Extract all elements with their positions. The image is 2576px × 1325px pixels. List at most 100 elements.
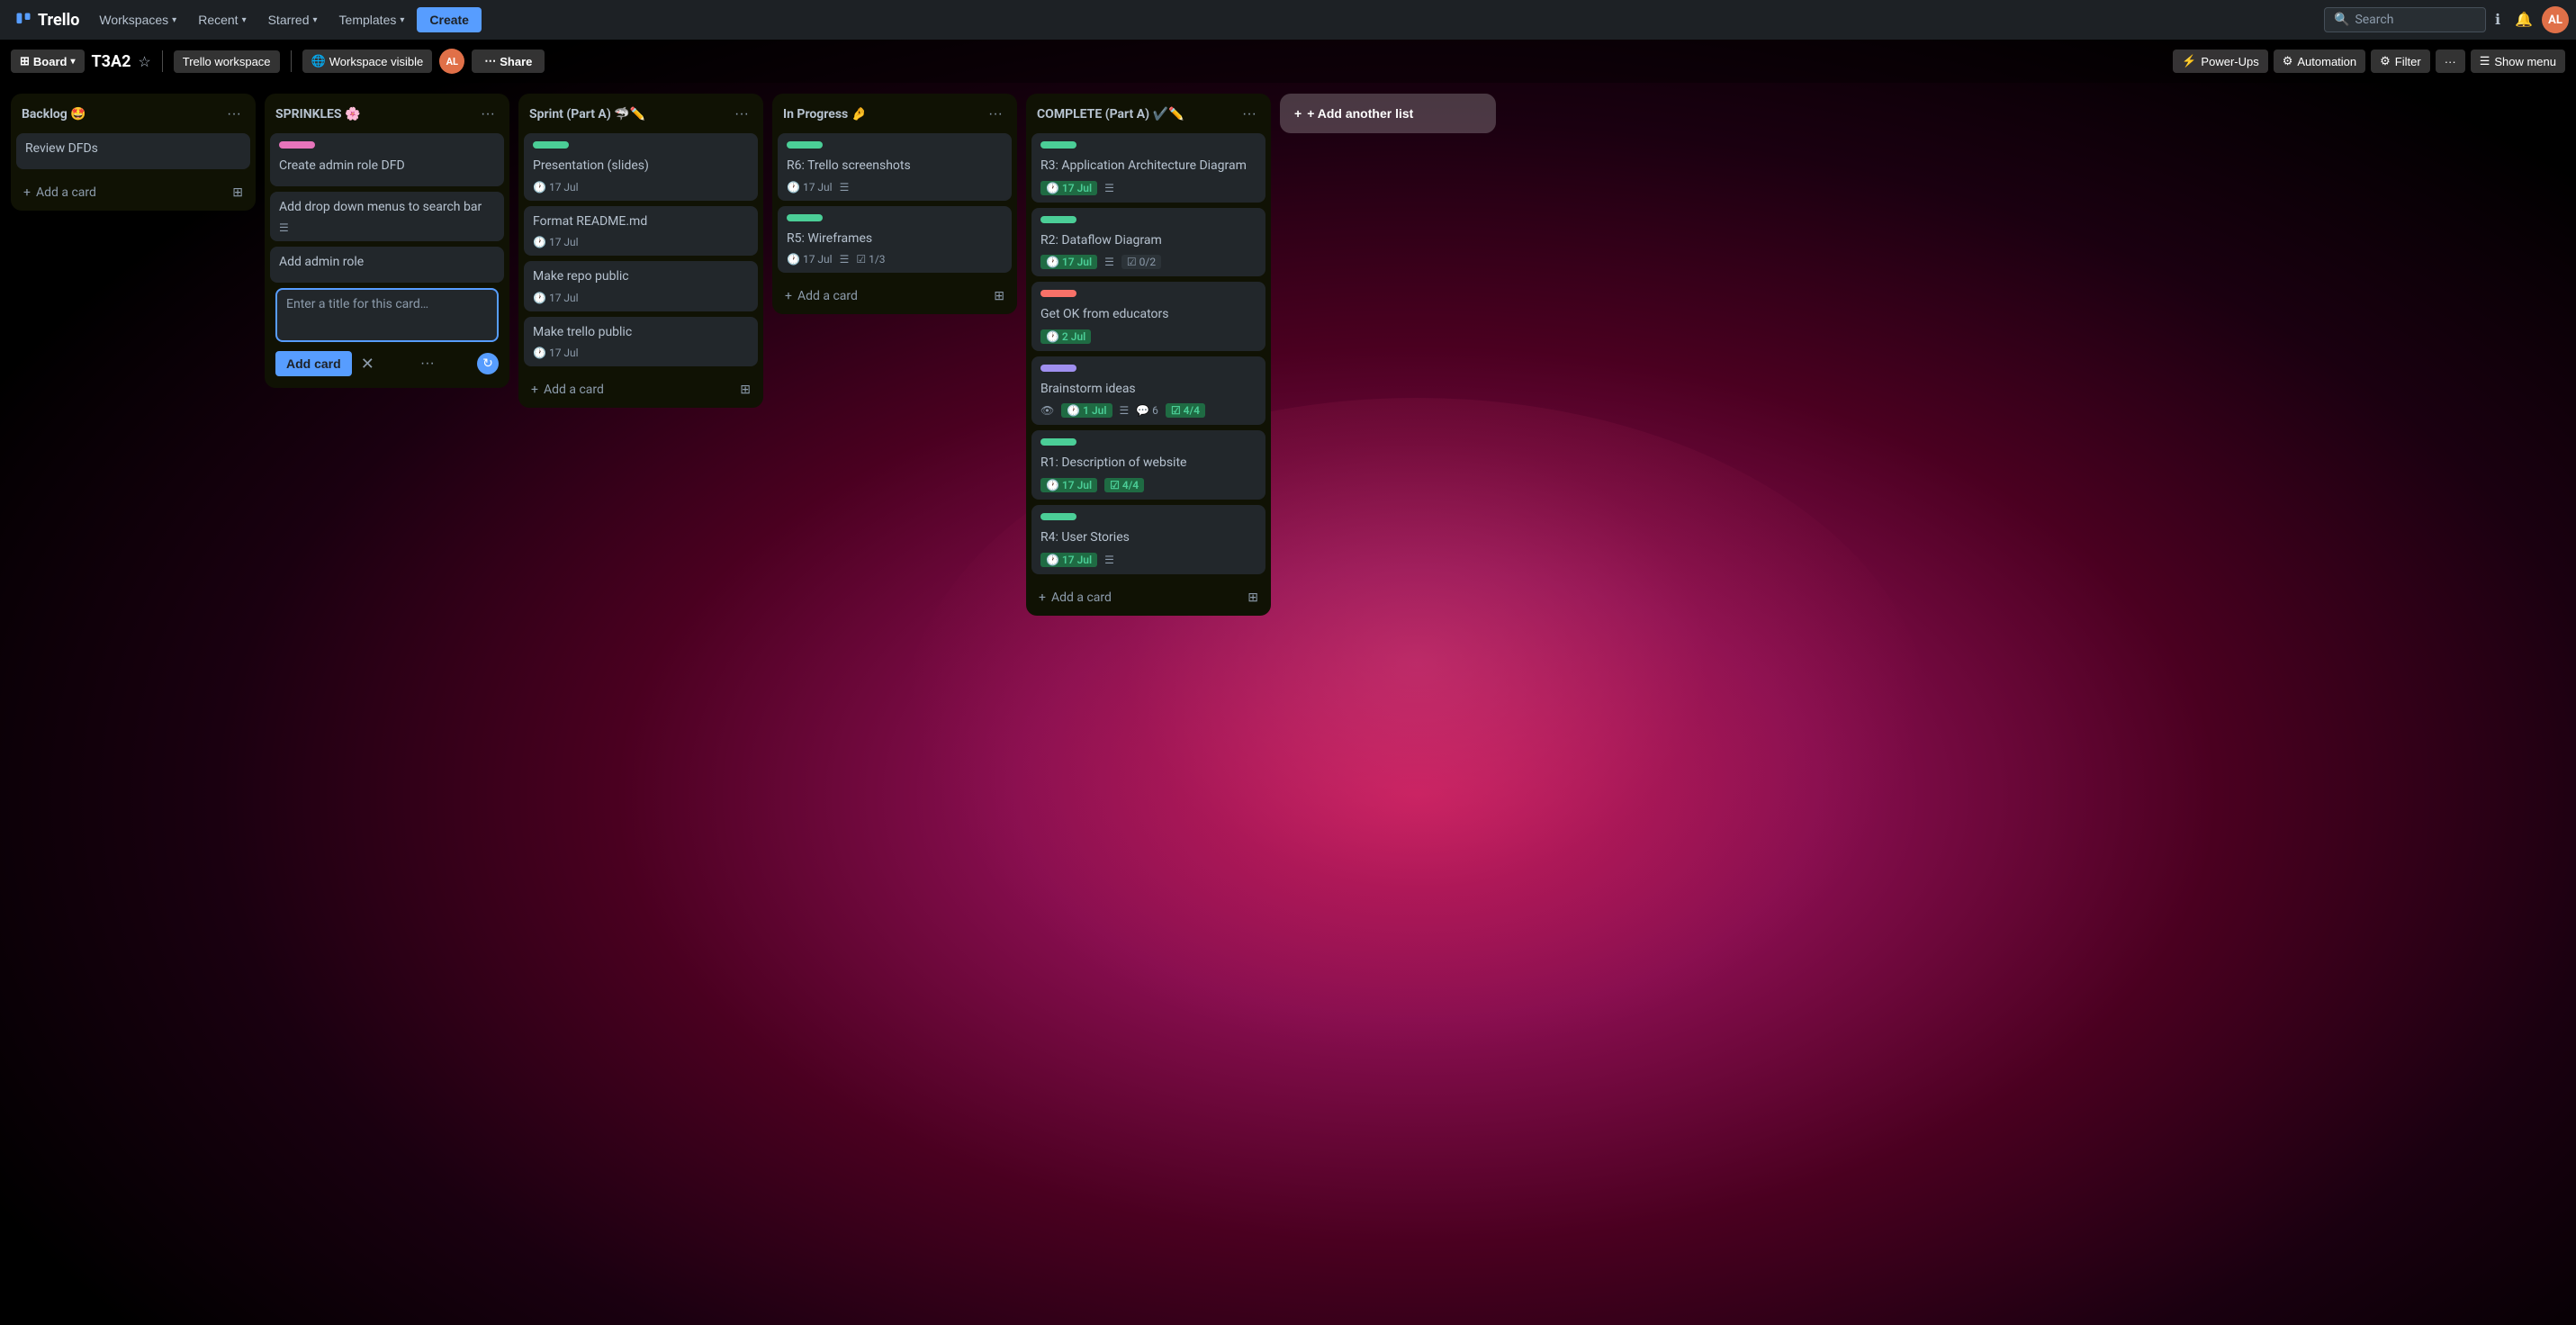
- card-meta: 🕐 17 Jul ☑ 4/4: [1040, 478, 1256, 492]
- clock-icon: 🕐: [787, 253, 800, 266]
- card-make-repo-public[interactable]: Make repo public 🕐 17 Jul: [524, 261, 758, 311]
- template-icon[interactable]: ⊞: [232, 185, 243, 200]
- list-cards-in-progress: R6: Trello screenshots 🕐 17 Jul ☰ R5: Wi…: [772, 133, 1017, 284]
- card-title: Brainstorm ideas: [1040, 381, 1256, 399]
- card-presentation[interactable]: Presentation (slides) 🕐 17 Jul: [524, 133, 758, 201]
- card-add-admin-role[interactable]: Add admin role: [270, 247, 504, 283]
- show-menu-button[interactable]: ☰ Show menu: [2471, 50, 2565, 73]
- list-menu-button[interactable]: ···: [477, 103, 499, 126]
- card-title: Make repo public: [533, 268, 749, 286]
- card-r5-wireframes[interactable]: R5: Wireframes 🕐 17 Jul ☰ ☑ 1/3: [778, 206, 1012, 274]
- list-header-sprinkles: SPRINKLES 🌸 ···: [265, 94, 509, 133]
- chevron-down-icon: ▾: [400, 15, 404, 25]
- list-backlog: Backlog 🤩 ··· Review DFDs + Add a card ⊞: [11, 94, 256, 211]
- filter-button[interactable]: ⚙ Filter: [2371, 50, 2430, 73]
- notifications-button[interactable]: 🔔: [2509, 5, 2538, 34]
- date-badge: 🕐 1 Jul: [1061, 403, 1112, 418]
- card-meta: 👁 🕐 1 Jul ☰ 💬 6 ☑ 4/4: [1040, 403, 1256, 418]
- checklist-badge: ☑ 1/3: [856, 253, 885, 266]
- automation-button[interactable]: ⚙ Automation: [2274, 50, 2365, 73]
- list-cards-sprint-a: Presentation (slides) 🕐 17 Jul Format RE…: [518, 133, 763, 377]
- templates-menu[interactable]: Templates ▾: [330, 7, 414, 32]
- info-button[interactable]: ℹ: [2490, 5, 2506, 34]
- clock-icon: 🕐: [533, 292, 546, 304]
- description-badge: ☰: [840, 181, 850, 194]
- template-icon[interactable]: ⊞: [1247, 590, 1258, 605]
- template-icon[interactable]: ⊞: [994, 289, 1004, 303]
- checklist-badge: ☑ 0/2: [1121, 255, 1161, 269]
- card-meta: 🕐 17 Jul: [533, 236, 749, 248]
- template-icon[interactable]: ⊞: [740, 383, 751, 397]
- board-content: Backlog 🤩 ··· Review DFDs + Add a card ⊞…: [0, 83, 2576, 1325]
- card-r3-architecture[interactable]: R3: Application Architecture Diagram 🕐 1…: [1031, 133, 1265, 203]
- add-card-button-sprint-a[interactable]: + Add a card ⊞: [524, 377, 758, 402]
- card-date: 🕐 17 Jul: [787, 181, 833, 194]
- checklist-done-badge: ☑ 4/4: [1166, 403, 1205, 418]
- card-brainstorm-ideas[interactable]: Brainstorm ideas 👁 🕐 1 Jul ☰ 💬 6 ☑ 4/4: [1031, 356, 1265, 426]
- add-another-list-button[interactable]: + + Add another list: [1280, 94, 1496, 133]
- power-ups-button[interactable]: ⚡ Power-Ups: [2173, 50, 2267, 73]
- card-meta: ☰: [279, 221, 495, 234]
- starred-menu[interactable]: Starred ▾: [259, 7, 327, 32]
- card-add-dropdown[interactable]: Add drop down menus to search bar ☰: [270, 192, 504, 242]
- description-icon: ☰: [840, 181, 850, 194]
- add-card-cancel-button[interactable]: ✕: [357, 351, 378, 377]
- card-r4-user-stories[interactable]: R4: User Stories 🕐 17 Jul ☰: [1031, 505, 1265, 574]
- list-header-backlog: Backlog 🤩 ···: [11, 94, 256, 133]
- user-avatar[interactable]: AL: [2542, 6, 2569, 33]
- chevron-down-icon: ▾: [70, 57, 75, 67]
- add-card-submit-button[interactable]: Add card: [275, 351, 352, 376]
- add-card-button-backlog[interactable]: + Add a card ⊞: [16, 180, 250, 205]
- card-meta: 🕐 17 Jul: [533, 292, 749, 304]
- top-navigation: Trello Workspaces ▾ Recent ▾ Starred ▾ T…: [0, 0, 2576, 40]
- add-card-more-button[interactable]: ···: [417, 352, 438, 375]
- date-badge: 🕐 17 Jul: [1040, 181, 1097, 195]
- list-menu-button[interactable]: ···: [223, 103, 245, 126]
- card-label: [1040, 513, 1076, 520]
- member-avatar[interactable]: AL: [439, 49, 464, 74]
- list-menu-button[interactable]: ···: [985, 103, 1006, 126]
- workspace-button[interactable]: Trello workspace: [174, 50, 280, 73]
- create-button[interactable]: Create: [417, 7, 482, 32]
- card-label: [787, 214, 823, 221]
- right-actions: ⚡ Power-Ups ⚙ Automation ⚙ Filter ··· ☰ …: [2173, 50, 2565, 73]
- date-badge: 🕐 17 Jul: [1040, 553, 1097, 567]
- clock-icon: 🕐: [533, 181, 546, 194]
- board-view-button[interactable]: ⊞ Board ▾: [11, 50, 85, 73]
- card-r2-dataflow[interactable]: R2: Dataflow Diagram 🕐 17 Jul ☰ ☑ 0/2: [1031, 208, 1265, 277]
- card-create-admin-dfd[interactable]: Create admin role DFD: [270, 133, 504, 186]
- search-icon: 🔍: [2334, 13, 2349, 27]
- comments-badge: 💬 6: [1136, 404, 1158, 417]
- more-button[interactable]: ···: [2436, 50, 2465, 73]
- card-title: Get OK from educators: [1040, 306, 1256, 324]
- clock-icon: 🕐: [533, 236, 546, 248]
- visibility-button[interactable]: 🌐 Workspace visible: [302, 50, 433, 73]
- card-label: [1040, 141, 1076, 149]
- automation-icon: ⚙: [2283, 54, 2293, 68]
- card-review-dfds[interactable]: Review DFDs: [16, 133, 250, 169]
- card-r1-description[interactable]: R1: Description of website 🕐 17 Jul ☑ 4/…: [1031, 430, 1265, 500]
- list-menu-button[interactable]: ···: [1238, 103, 1260, 126]
- list-menu-button[interactable]: ···: [731, 103, 752, 126]
- workspaces-menu[interactable]: Workspaces ▾: [90, 7, 185, 32]
- card-title: R3: Application Architecture Diagram: [1040, 158, 1256, 176]
- search-bar[interactable]: 🔍 Search: [2324, 7, 2486, 32]
- description-icon: ☰: [840, 253, 850, 266]
- card-r6-trello-screenshots[interactable]: R6: Trello screenshots 🕐 17 Jul ☰: [778, 133, 1012, 201]
- share-button[interactable]: ⋯ Share: [472, 50, 545, 73]
- list-title: SPRINKLES 🌸: [275, 107, 360, 122]
- card-get-ok-educators[interactable]: Get OK from educators 🕐 2 Jul: [1031, 282, 1265, 351]
- card-format-readme[interactable]: Format README.md 🕐 17 Jul: [524, 206, 758, 257]
- list-cards-complete: R3: Application Architecture Diagram 🕐 1…: [1026, 133, 1271, 585]
- card-meta: 🕐 17 Jul: [533, 181, 749, 194]
- clock-icon: 🕐: [533, 347, 546, 359]
- star-icon[interactable]: ☆: [138, 53, 150, 70]
- card-make-trello-public[interactable]: Make trello public 🕐 17 Jul: [524, 317, 758, 367]
- add-card-button-in-progress[interactable]: + Add a card ⊞: [778, 284, 1012, 309]
- board-title: T3A2: [92, 52, 131, 71]
- add-card-form: Add card ✕ ··· ↻: [275, 288, 499, 377]
- add-card-button-complete[interactable]: + Add a card ⊞: [1031, 585, 1265, 610]
- card-title-input[interactable]: [275, 288, 499, 342]
- card-title: R4: User Stories: [1040, 529, 1256, 547]
- recent-menu[interactable]: Recent ▾: [189, 7, 255, 32]
